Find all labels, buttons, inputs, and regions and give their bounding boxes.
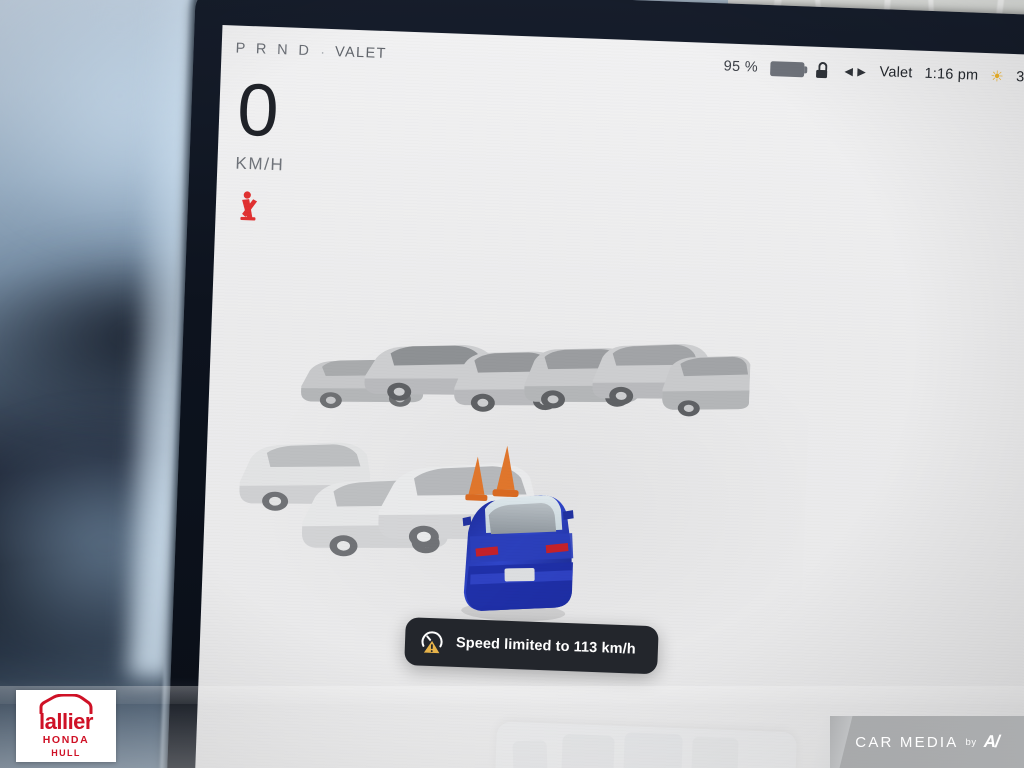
card-element bbox=[621, 732, 683, 768]
dealer-location-label: HULL bbox=[51, 747, 81, 758]
watermark-text: CAR MEDIA bbox=[855, 733, 959, 751]
watermark-mark: A/ bbox=[981, 732, 1001, 751]
card-element bbox=[560, 733, 615, 768]
card-element bbox=[512, 740, 549, 768]
speed-limit-warning-icon bbox=[419, 629, 446, 656]
watermark: CAR MEDIA by A/ bbox=[809, 716, 1024, 768]
watermark-by: by bbox=[965, 736, 977, 748]
center-touchscreen[interactable]: P R N D · VALET 95 % ◄► Valet 1:16 pm ☀ bbox=[159, 0, 1024, 768]
speed-limit-message: Speed limited to 113 km/h bbox=[455, 634, 636, 658]
dealer-logo: lallier HONDA HULL bbox=[16, 690, 116, 762]
dealer-make-label: HONDA bbox=[42, 733, 90, 746]
ego-vehicle bbox=[447, 474, 584, 625]
speed-limit-toast[interactable]: Speed limited to 113 km/h bbox=[404, 617, 659, 675]
card-element bbox=[690, 736, 739, 768]
dealer-brand-label: lallier bbox=[39, 708, 93, 734]
screenshot-root: CÔTE D'AZUR 117 P R N D · VALET 95 % bbox=[0, 0, 1024, 768]
detected-vehicle-partial bbox=[656, 341, 751, 424]
screen-surface[interactable]: P R N D · VALET 95 % ◄► Valet 1:16 pm ☀ bbox=[194, 24, 1024, 768]
